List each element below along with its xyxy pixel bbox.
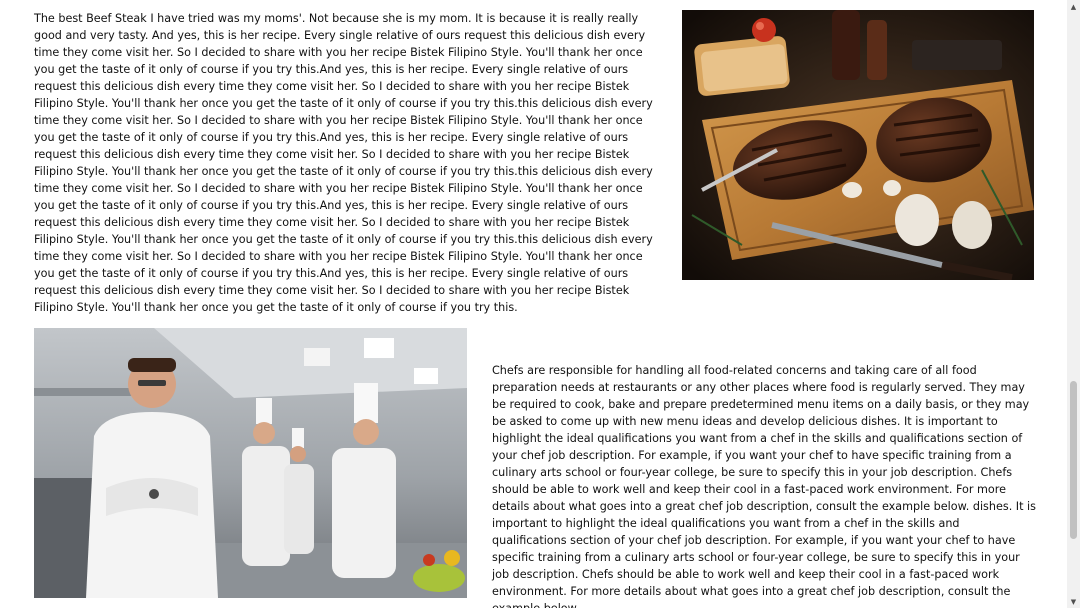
scrollbar-thumb[interactable] — [1070, 381, 1077, 539]
steak-illustration — [682, 10, 1034, 280]
chefs-illustration — [34, 328, 467, 598]
vertical-scrollbar[interactable]: ▲ ▼ — [1067, 0, 1080, 608]
chef-job-paragraph: Chefs are responsible for handling all f… — [492, 364, 1036, 608]
scroll-up-icon[interactable]: ▲ — [1067, 0, 1080, 13]
steak-recipe-paragraph: The best Beef Steak I have tried was my … — [34, 12, 653, 314]
page: The best Beef Steak I have tried was my … — [0, 0, 1067, 608]
scroll-down-icon[interactable]: ▼ — [1067, 595, 1080, 608]
chefs-photo — [34, 328, 467, 598]
steak-photo — [682, 10, 1034, 280]
